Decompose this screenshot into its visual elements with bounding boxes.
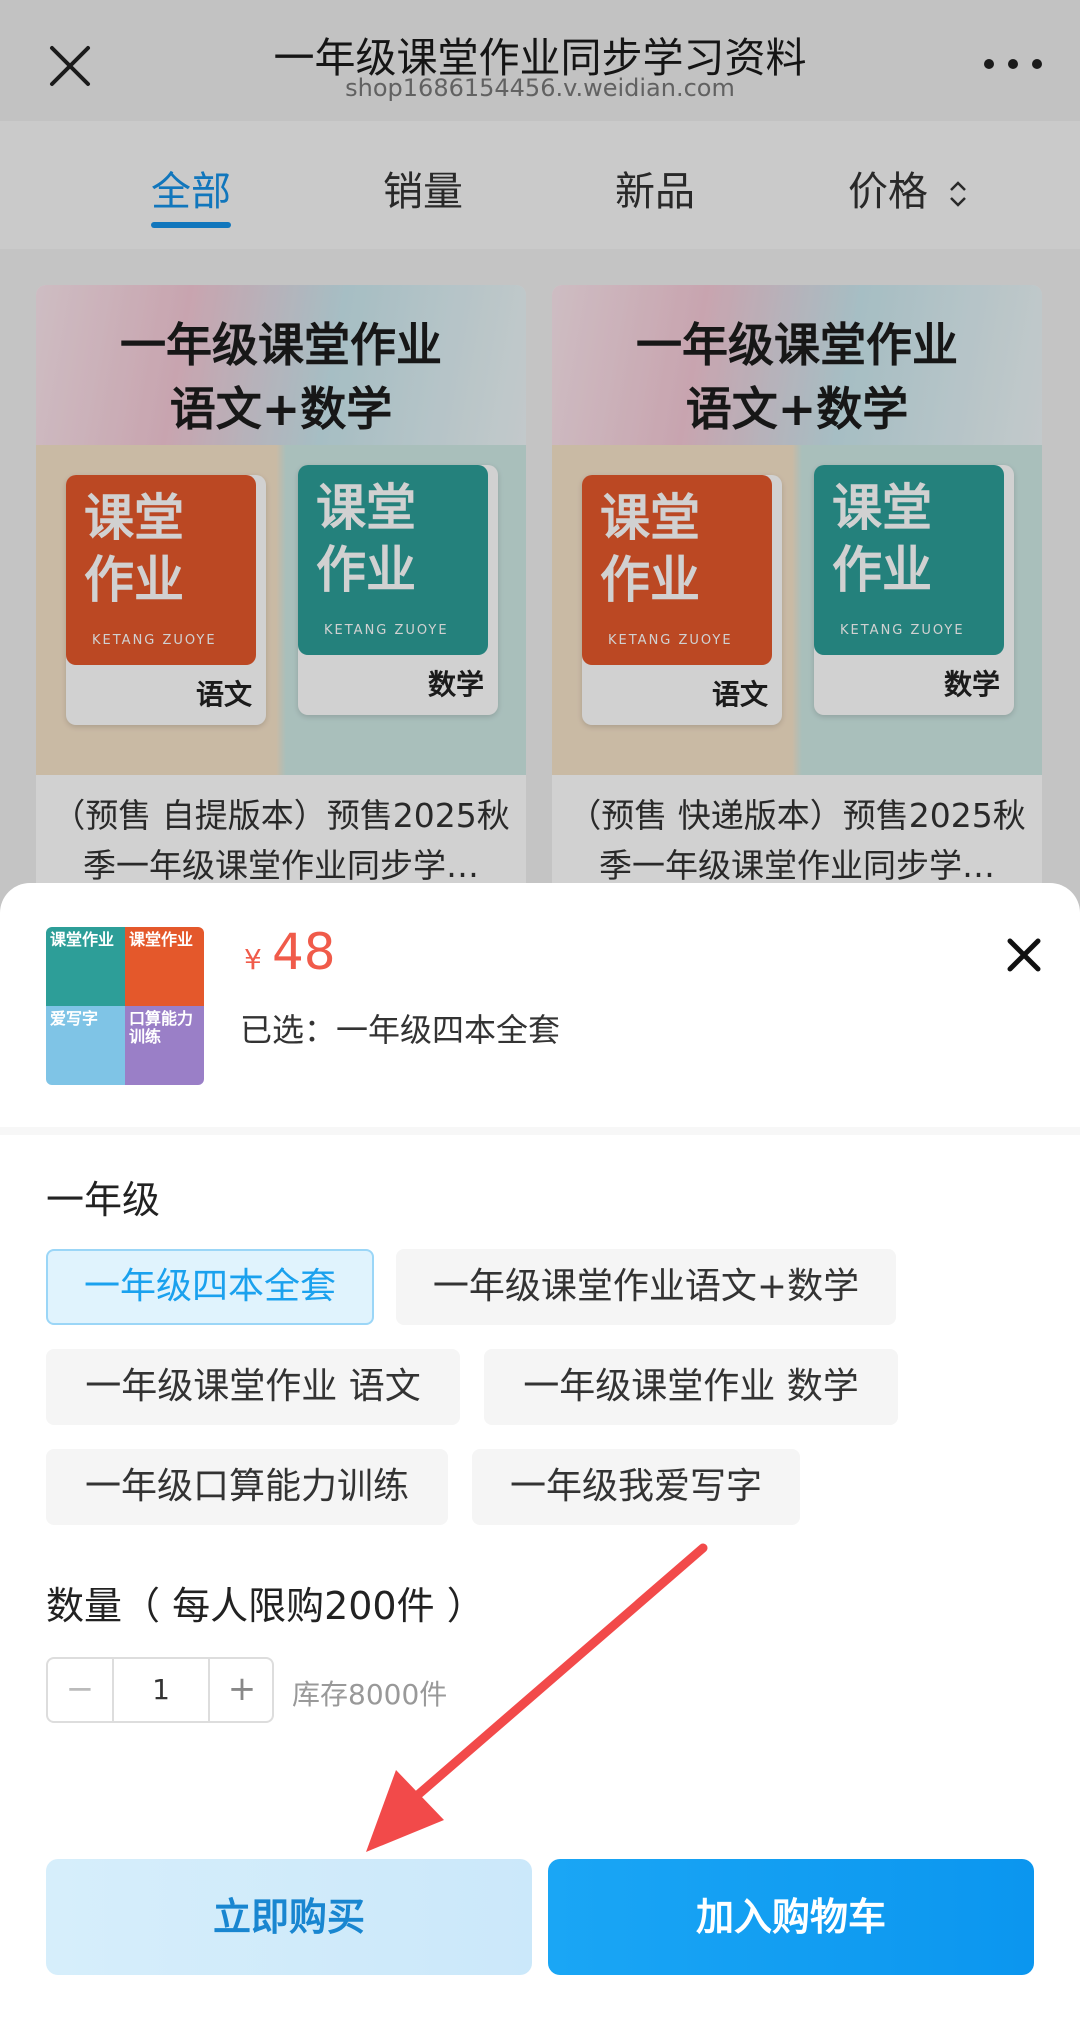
sku-thumbnail: 课堂作业 课堂作业 爱写字 口算能力训练 <box>46 927 204 1085</box>
quantity-label: 数量（ 每人限购200件 ） <box>46 1584 485 1628</box>
sku-option-chinese[interactable]: 一年级课堂作业 语文 <box>46 1349 460 1425</box>
sku-option-math[interactable]: 一年级课堂作业 数学 <box>484 1349 898 1425</box>
sku-option-four-set[interactable]: 一年级四本全套 <box>46 1249 374 1325</box>
divider <box>0 1127 1080 1135</box>
close-icon[interactable] <box>1000 931 1048 979</box>
quantity-decrease-button[interactable]: − <box>48 1659 112 1721</box>
quantity-input[interactable]: 1 <box>112 1659 210 1721</box>
thumb-label: 爱写字 <box>50 1009 99 1028</box>
sku-option-writing[interactable]: 一年级我爱写字 <box>472 1449 800 1525</box>
thumb-label: 课堂作业 <box>50 930 115 949</box>
price: 48 <box>272 923 336 981</box>
stock-text: 库存8000件 <box>292 1678 448 1711</box>
spec-group-label: 一年级 <box>46 1178 161 1222</box>
buy-now-button[interactable]: 立即购买 <box>46 1859 532 1975</box>
sku-option-mental-math[interactable]: 一年级口算能力训练 <box>46 1449 448 1525</box>
quantity-increase-button[interactable]: + <box>210 1659 274 1721</box>
thumb-label: 课堂作业 <box>129 930 194 949</box>
sku-option-chinese-math[interactable]: 一年级课堂作业语文+数学 <box>396 1249 896 1325</box>
quantity-stepper: − 1 + <box>46 1657 274 1723</box>
selected-sku-text: 已选：一年级四本全套 <box>240 1011 561 1049</box>
thumb-label: 口算能力训练 <box>129 1009 194 1046</box>
sku-selector-sheet: 课堂作业 课堂作业 爱写字 口算能力训练 ¥ 48 已选：一年级四本全套 一年级… <box>0 883 1080 2021</box>
add-to-cart-button[interactable]: 加入购物车 <box>548 1859 1034 1975</box>
currency-symbol: ¥ <box>244 943 262 976</box>
